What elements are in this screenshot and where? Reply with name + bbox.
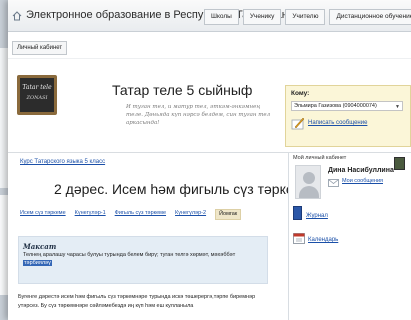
journal-link[interactable]: Журнал: [306, 213, 328, 219]
personal-cabinet-button[interactable]: Личный кабинет: [12, 41, 68, 55]
goal-text-body: Телнең аралашу чарасы булуы турында беле…: [23, 252, 236, 258]
goal-text-highlight: тәрбияләү: [23, 260, 52, 266]
goal-title: Максат: [23, 242, 57, 251]
dropdown-arrow-icon[interactable]: ▼: [395, 103, 400, 110]
main-page: Электронное образование в Республике Тат…: [8, 0, 411, 320]
user-photo-thumbnail: [394, 157, 405, 170]
user-name: Дина Насибуллина: [328, 167, 394, 174]
sidebar-heading: Мой личный кабинет: [293, 155, 347, 161]
top-navigation-bar: Электронное образование в Республике Тат…: [8, 0, 411, 32]
my-messages-link[interactable]: Мои сообщения: [342, 178, 383, 184]
goal-box: Максат Телнең аралашу чарасы булуы турын…: [18, 236, 268, 284]
pencil-write-icon[interactable]: [291, 116, 305, 130]
envelope-icon[interactable]: [328, 179, 339, 187]
lesson-tabs: Исем сүз тәркеме Күнегүләр-1 Фигыль сүз …: [20, 209, 250, 220]
nav-tab-student[interactable]: Ученику: [242, 9, 282, 25]
tab-exercises-2[interactable]: Күнегүләр-2: [175, 209, 206, 220]
nav-tab-distance-learning[interactable]: Дистанционное обучение: [329, 9, 411, 25]
calendar-link[interactable]: Календарь: [308, 237, 338, 243]
avatar-head-shape: [303, 172, 315, 184]
nav-tab-schools[interactable]: Школы: [204, 9, 239, 25]
tab-summary[interactable]: Йомгак: [215, 209, 242, 220]
recipient-value: Эльмира Газизова (0904000074): [294, 103, 377, 109]
tab-verb-group[interactable]: Фигыль сүз тәркеме: [115, 209, 166, 220]
write-message-link[interactable]: Написать сообщение: [308, 120, 367, 126]
message-panel: Кому: Эльмира Газизова (0904000074) ▼ На…: [285, 85, 411, 147]
personal-cabinet-sidebar: Мой личный кабинет Дина Насибуллина Мои …: [288, 153, 411, 320]
recipient-select[interactable]: Эльмира Газизова (0904000074) ▼: [291, 101, 403, 111]
lesson-intro-text: Бугенге дәрестә исем һәм фигыль сүз тәрк…: [18, 294, 256, 309]
logo-subtext: ZONASI: [26, 95, 48, 101]
avatar-body-shape: [299, 186, 319, 198]
course-title: Татар теле 5 сыйныф: [112, 82, 253, 98]
nav-tabs: Школы Ученику Учителю Дистанционное обуч…: [204, 9, 411, 25]
breadcrumb[interactable]: Курс Татарского языка 5 класс: [20, 159, 105, 165]
recipient-label: Кому:: [291, 90, 310, 97]
goal-text: Телнең аралашу чарасы булуы турында беле…: [23, 251, 263, 267]
avatar: [295, 165, 321, 199]
logo-text: Tatar tele: [22, 84, 52, 91]
nav-tab-teacher[interactable]: Учителю: [285, 9, 326, 25]
course-logo: Tatar tele ZONASI: [17, 75, 57, 115]
calendar-icon[interactable]: [293, 232, 305, 244]
tab-exercises-1[interactable]: Күнегүләр-1: [75, 209, 106, 220]
tab-noun-group[interactable]: Исем сүз тәркеме: [20, 209, 66, 220]
home-icon[interactable]: [12, 11, 22, 21]
course-motto: И туган тел, и матур тел, әткәм-әнкәмнең…: [126, 104, 271, 126]
journal-book-icon[interactable]: [293, 206, 302, 220]
